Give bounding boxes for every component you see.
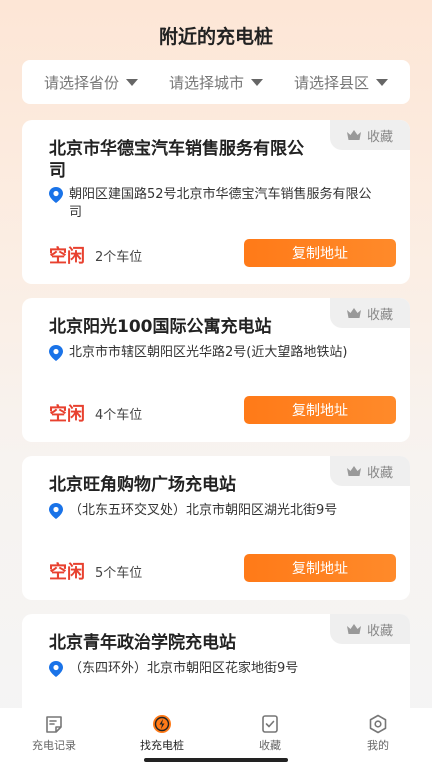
province-dropdown[interactable]: 请选择省份	[44, 72, 139, 93]
favorite-button[interactable]: 收藏	[330, 614, 410, 644]
location-pin-icon	[49, 187, 63, 203]
crown-icon	[346, 308, 361, 318]
location-pin-icon	[49, 345, 63, 361]
crown-icon	[346, 466, 361, 476]
chevron-down-icon	[251, 78, 263, 86]
tab-label: 找充电桩	[140, 739, 184, 752]
favorite-button[interactable]: 收藏	[330, 456, 410, 486]
parking-spots: 4个车位	[95, 407, 143, 423]
province-dropdown-label: 请选择省份	[44, 73, 120, 92]
station-title: 北京市华德宝汽车销售服务有限公司	[49, 139, 304, 181]
station-card: 收藏 北京阳光100国际公寓充电站 北京市市辖区朝阳区光华路2号(近大望路地铁站…	[22, 298, 410, 442]
county-dropdown-label: 请选择县区	[293, 73, 369, 92]
profile-icon	[369, 714, 387, 734]
station-card: 收藏 北京青年政治学院充电站 （东四环外）北京市朝阳区花家地街9号	[22, 614, 410, 708]
tab-favorites[interactable]: 收藏	[230, 714, 310, 753]
station-title: 北京旺角购物广场充电站	[49, 475, 236, 495]
station-card: 收藏 北京市华德宝汽车销售服务有限公司 朝阳区建国路52号北京市华德宝汽车销售服…	[22, 120, 410, 284]
region-filter-bar: 请选择省份 请选择城市 请选择县区	[22, 60, 410, 104]
station-address: （北东五环交叉处）北京市朝阳区湖光北街9号	[49, 502, 378, 520]
station-address: （东四环外）北京市朝阳区花家地街9号	[49, 660, 378, 678]
favorite-button[interactable]: 收藏	[330, 120, 410, 150]
copy-address-button[interactable]: 复制地址	[244, 239, 396, 267]
city-dropdown-label: 请选择城市	[168, 73, 244, 92]
favorite-label: 收藏	[366, 465, 393, 481]
crown-icon	[346, 624, 361, 634]
page-title: 附近的充电桩	[158, 26, 273, 48]
tab-find-charger[interactable]: 找充电桩	[122, 714, 202, 753]
chevron-down-icon	[375, 78, 388, 86]
station-status: 空闲 5个车位	[49, 558, 142, 584]
favorite-icon	[262, 715, 278, 733]
favorite-label: 收藏	[366, 129, 393, 145]
station-address-text: （东四环外）北京市朝阳区花家地街9号	[69, 661, 299, 676]
city-dropdown[interactable]: 请选择城市	[169, 72, 263, 93]
county-dropdown[interactable]: 请选择县区	[294, 72, 388, 93]
station-address-text: 朝阳区建国路52号北京市华德宝汽车销售服务有限公司	[69, 187, 372, 220]
tab-charge-records[interactable]: 充电记录	[14, 714, 94, 753]
station-status: 空闲 2个车位	[49, 242, 142, 268]
tab-label: 收藏	[259, 739, 281, 752]
station-status: 空闲 4个车位	[49, 400, 142, 426]
station-address: 北京市市辖区朝阳区光华路2号(近大望路地铁站)	[49, 344, 378, 362]
station-title: 北京青年政治学院充电站	[49, 633, 236, 653]
copy-address-button[interactable]: 复制地址	[244, 554, 396, 582]
status-badge: 空闲	[49, 562, 85, 583]
copy-address-button[interactable]: 复制地址	[244, 396, 396, 424]
tab-profile[interactable]: 我的	[338, 714, 418, 753]
tab-label: 我的	[367, 739, 389, 752]
station-address-text: 北京市市辖区朝阳区光华路2号(近大望路地铁站)	[69, 345, 348, 360]
parking-spots: 5个车位	[95, 565, 143, 581]
status-badge: 空闲	[49, 246, 85, 267]
home-indicator	[144, 758, 288, 762]
parking-spots: 2个车位	[95, 249, 143, 265]
chevron-down-icon	[126, 78, 139, 86]
station-address: 朝阳区建国路52号北京市华德宝汽车销售服务有限公司	[49, 186, 378, 222]
favorite-label: 收藏	[366, 623, 393, 639]
crown-icon	[346, 130, 361, 140]
station-title: 北京阳光100国际公寓充电站	[49, 317, 272, 337]
location-pin-icon	[49, 661, 63, 677]
charge-icon	[153, 715, 171, 733]
station-card: 收藏 北京旺角购物广场充电站 （北东五环交叉处）北京市朝阳区湖光北街9号 空闲 …	[22, 456, 410, 600]
tab-label: 充电记录	[32, 739, 76, 752]
record-icon	[46, 716, 62, 733]
status-badge: 空闲	[49, 404, 85, 425]
favorite-button[interactable]: 收藏	[330, 298, 410, 328]
station-address-text: （北东五环交叉处）北京市朝阳区湖光北街9号	[69, 503, 338, 518]
location-pin-icon	[49, 503, 63, 519]
favorite-label: 收藏	[366, 307, 393, 323]
